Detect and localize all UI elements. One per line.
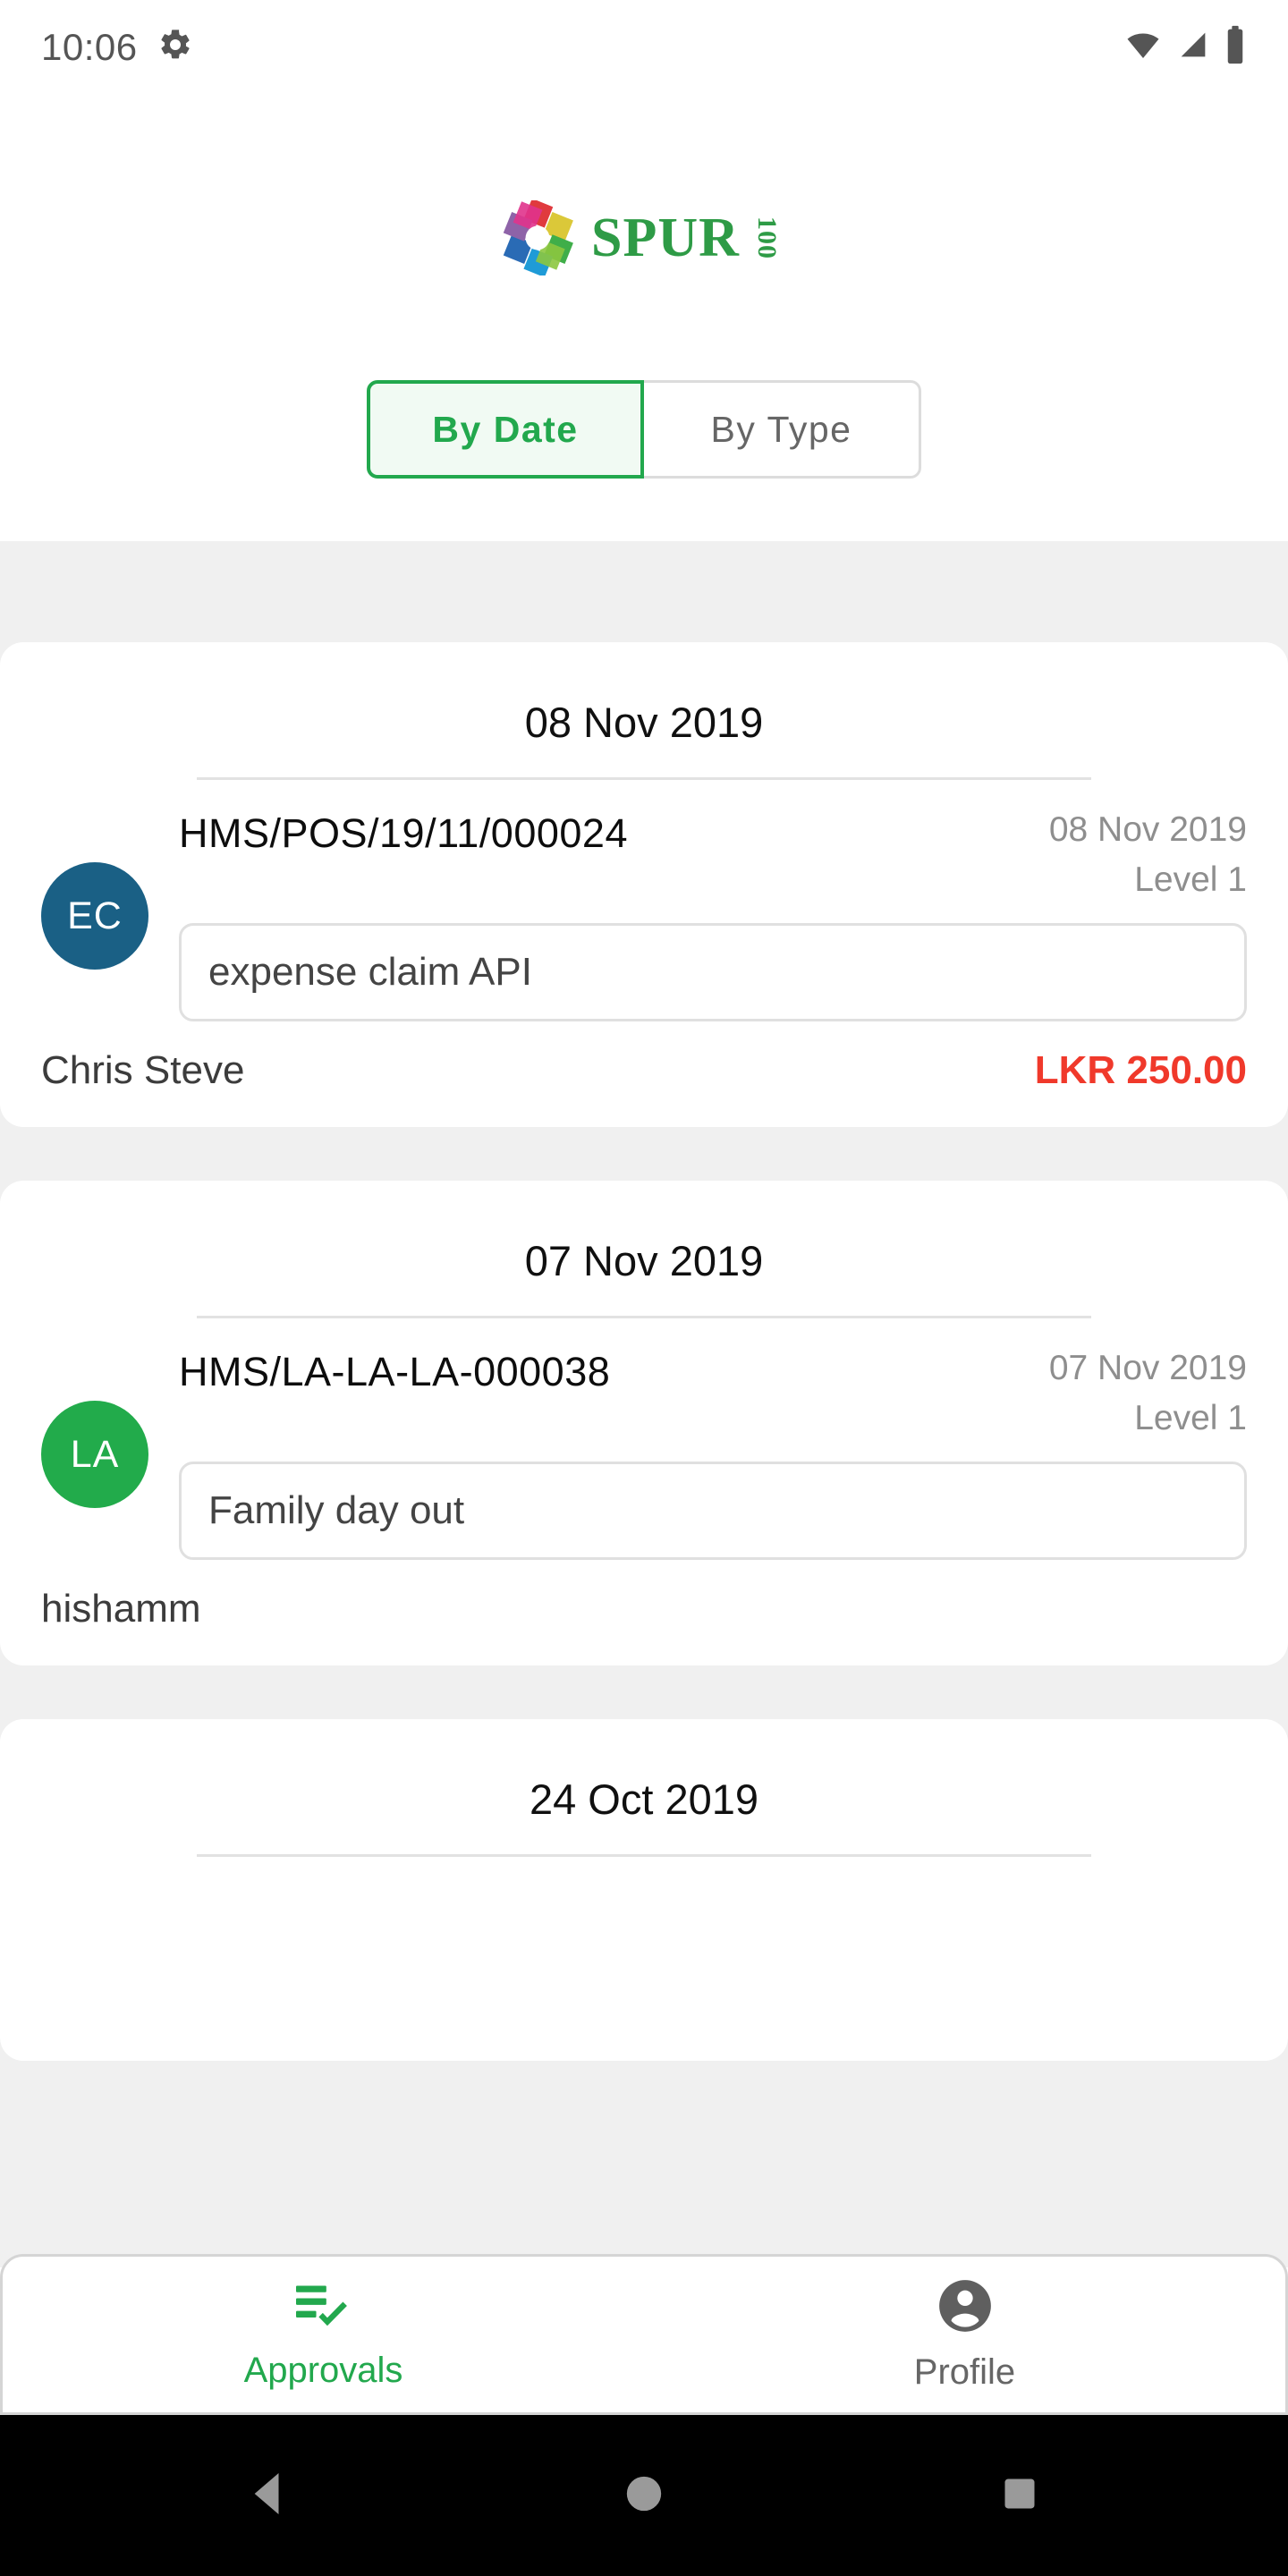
segmented-control-group: By Date By Type [367, 380, 921, 479]
group-date-header: 07 Nov 2019 [524, 1237, 764, 1284]
system-home-button[interactable] [456, 2473, 832, 2519]
reference-number: HMS/LA-LA-LA-000038 [179, 1349, 611, 1394]
approval-row[interactable]: EC HMS/POS/19/11/000024 08 Nov 2019 Leve… [0, 780, 1288, 1021]
home-circle-icon [623, 2473, 665, 2519]
playlist-check-icon [292, 2278, 355, 2338]
approval-group-card[interactable]: 07 Nov 2019 LA HMS/LA-LA-LA-000038 07 No… [0, 1181, 1288, 1665]
wifi-icon [1123, 27, 1163, 67]
approval-row-top: HMS/POS/19/11/000024 08 Nov 2019 Level 1 [179, 810, 1247, 900]
gear-icon [157, 27, 193, 67]
nav-label-approvals: Approvals [243, 2351, 403, 2390]
approval-row-body: HMS/POS/19/11/000024 08 Nov 2019 Level 1… [179, 810, 1247, 1021]
reference-number: HMS/POS/19/11/000024 [179, 810, 628, 856]
group-date-header: 24 Oct 2019 [529, 1775, 759, 1823]
spur-pinwheel-logo-icon [500, 198, 575, 278]
approval-level: Level 1 [1134, 1399, 1247, 1437]
tab-by-type[interactable]: By Type [644, 380, 921, 479]
group-date-header: 08 Nov 2019 [524, 699, 764, 746]
status-bar: 10:06 [0, 0, 1288, 94]
phone-screen: 10:06 SPUR 100 By Date By Type 08 Nov 20… [0, 0, 1288, 2576]
battery-icon [1224, 25, 1247, 69]
nav-item-profile[interactable]: Profile [644, 2276, 1285, 2393]
amount-value: LKR 250.00 [1034, 1048, 1247, 1092]
status-clock: 10:06 [41, 25, 138, 68]
logo-wordmark: SPUR 100 [591, 207, 788, 270]
approvals-list[interactable]: 08 Nov 2019 EC HMS/POS/19/11/000024 08 N… [0, 541, 1288, 2267]
approval-date: 08 Nov 2019 [1048, 810, 1247, 849]
approval-row-footer: hishamm [0, 1560, 1288, 1640]
approval-row-top: HMS/LA-LA-LA-000038 07 Nov 2019 Level 1 [179, 1349, 1247, 1438]
logo-100-text: 100 [751, 216, 782, 259]
recents-square-icon [1000, 2474, 1039, 2518]
nav-label-profile: Profile [913, 2352, 1016, 2392]
description-field[interactable]: expense claim API [179, 923, 1247, 1021]
approval-row[interactable]: LA HMS/LA-LA-LA-000038 07 Nov 2019 Level… [0, 1318, 1288, 1560]
status-bar-right [1123, 25, 1247, 69]
avatar: EC [41, 862, 148, 970]
system-recents-button[interactable] [832, 2474, 1208, 2518]
approval-row-body: HMS/LA-LA-LA-000038 07 Nov 2019 Level 1 … [179, 1349, 1247, 1560]
approval-date: 07 Nov 2019 [1048, 1349, 1247, 1387]
approval-row-footer: Chris Steve LKR 250.00 [0, 1021, 1288, 1102]
requester-name: hishamm [41, 1587, 201, 1631]
bottom-navigation-bar: Approvals Profile [0, 2254, 1288, 2415]
approval-level: Level 1 [1134, 860, 1247, 899]
tab-by-date[interactable]: By Date [367, 380, 644, 479]
avatar: LA [41, 1401, 148, 1508]
android-system-navigation [0, 2415, 1288, 2576]
logo-spur-text: SPUR [591, 207, 740, 268]
status-bar-left: 10:06 [41, 26, 193, 69]
account-circle-icon [936, 2276, 995, 2340]
cellular-signal-icon [1175, 27, 1211, 67]
back-triangle-icon [248, 2471, 289, 2521]
system-back-button[interactable] [80, 2471, 456, 2521]
description-field[interactable]: Family day out [179, 1462, 1247, 1560]
approval-row[interactable] [0, 1857, 1288, 2036]
approval-group-card[interactable]: 24 Oct 2019 [0, 1719, 1288, 2061]
filter-segmented-control: By Date By Type [0, 380, 1288, 479]
approval-meta: 08 Nov 2019 Level 1 [1049, 810, 1247, 900]
nav-item-approvals[interactable]: Approvals [3, 2278, 644, 2391]
approval-meta: 07 Nov 2019 Level 1 [1049, 1349, 1247, 1438]
app-logo: SPUR 100 [0, 195, 1288, 281]
approval-group-card[interactable]: 08 Nov 2019 EC HMS/POS/19/11/000024 08 N… [0, 642, 1288, 1127]
requester-name: Chris Steve [41, 1048, 245, 1092]
